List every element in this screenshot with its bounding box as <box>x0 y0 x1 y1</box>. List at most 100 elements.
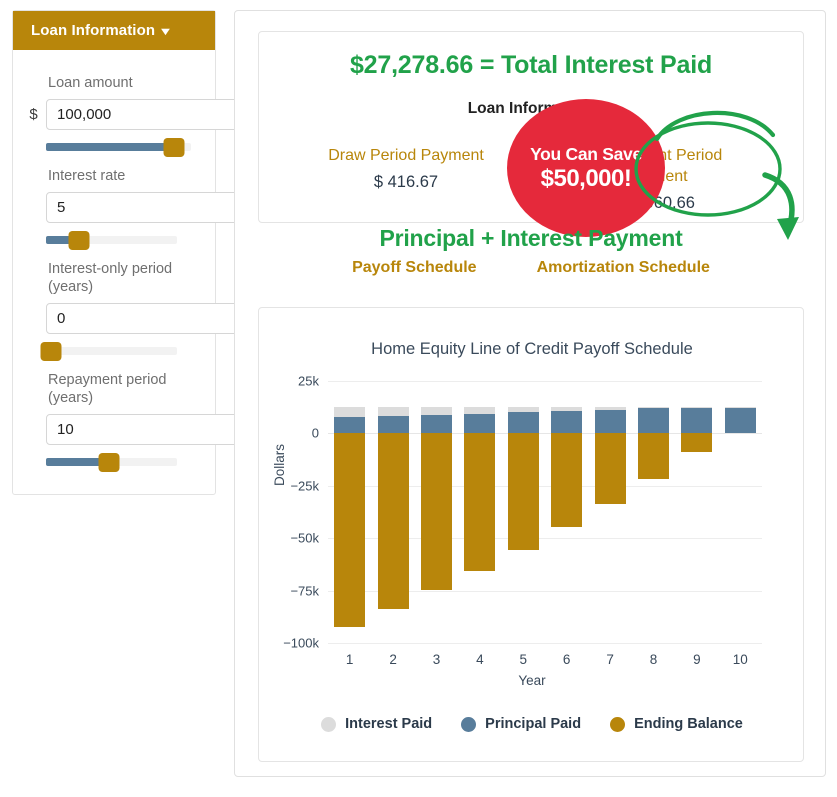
chart-x-tick-label: 8 <box>649 652 658 667</box>
repayment-period-label: Repayment period (years) <box>48 372 167 406</box>
chart-bar-segment <box>464 413 496 434</box>
chart-bar-segment <box>594 433 626 504</box>
dollar-prefix-icon: $ <box>29 106 38 123</box>
badge-line-2: $50,000! <box>540 165 632 193</box>
results-panel: $27,278.66 = Total Interest Paid Loan In… <box>234 10 826 777</box>
slider-track[interactable] <box>46 347 177 355</box>
chart-bar-segment <box>551 406 583 412</box>
chart-bar-segment <box>334 433 366 627</box>
chart-bar-segment <box>724 406 756 408</box>
chart-legend: Interest Paid Principal Paid Ending Balanc… <box>259 716 805 732</box>
chart-bar-column[interactable]: 7 <box>594 381 626 667</box>
chart-bar-segment <box>421 414 452 434</box>
legend-label: Interest Paid <box>345 716 433 732</box>
draw-period-payment-label: Draw Period Payment <box>328 147 484 164</box>
slider-thumb[interactable] <box>98 453 120 472</box>
tab-payoff-schedule[interactable]: Payoff Schedule <box>347 256 481 280</box>
legend-color-dot-icon <box>321 716 337 732</box>
chart-bar-segment <box>507 406 539 413</box>
chart-bar-segment <box>464 406 496 414</box>
chart-x-tick-label: 10 <box>732 652 748 667</box>
chart-bar-segment <box>334 406 366 417</box>
field-loan-amount: Loan amount $ <box>27 64 267 157</box>
badge-line-1: You Can Save <box>530 143 642 164</box>
chart-x-tick-label: 6 <box>562 652 571 667</box>
loan-information-title: Loan Information <box>467 100 595 117</box>
chart-bar-column[interactable]: 3 <box>421 381 452 667</box>
chart-bar-segment <box>724 406 756 434</box>
chart-bar-column[interactable]: 10 <box>724 381 756 667</box>
slider-fill <box>46 143 174 151</box>
slider-thumb[interactable] <box>40 342 62 361</box>
you-can-save-badge: You Can Save $50,000! <box>507 99 665 237</box>
tab-amortization-schedule[interactable]: Amortization Schedule <box>532 256 715 280</box>
legend-label: Ending Balance <box>634 716 743 732</box>
legend-color-dot-icon <box>461 716 477 732</box>
chart-bar-column[interactable]: 6 <box>551 381 583 667</box>
chart-bar-segment <box>334 416 366 434</box>
chart-bar-column[interactable]: 5 <box>507 381 539 667</box>
interest-rate-input-row: % <box>46 192 286 223</box>
loan-amount-label: Loan amount <box>48 75 133 91</box>
interest-only-period-input-row <box>46 303 267 334</box>
chevron-down-icon[interactable]: ▼ <box>158 26 173 38</box>
total-interest-headline: $27,278.66 = Total Interest Paid <box>349 51 713 79</box>
chart-bar-column[interactable]: 2 <box>377 381 409 667</box>
legend-label: Principal Paid <box>485 716 582 732</box>
chart-bar-segment <box>594 406 626 410</box>
chart-x-tick-label: 9 <box>693 652 701 667</box>
interest-rate-slider[interactable] <box>46 231 177 250</box>
chart-gridline <box>328 643 762 644</box>
chart-y-tick-label: −25k <box>290 478 319 494</box>
principal-interest-annotation: Principal + Interest Payment <box>379 225 683 251</box>
slider-thumb[interactable] <box>163 138 185 157</box>
chart-bar-segment <box>594 409 626 434</box>
field-interest-rate: Interest rate % <box>27 157 286 250</box>
legend-item[interactable]: Principal Paid <box>461 716 581 732</box>
chart-bar-segment <box>464 433 496 571</box>
chart-bar-segment <box>421 406 452 415</box>
interest-rate-label: Interest rate <box>48 168 126 184</box>
repayment-period-input-row <box>46 414 267 445</box>
chart-bar-segment <box>377 406 409 416</box>
slider-thumb[interactable] <box>68 231 90 250</box>
chart-title: Home Equity Line of Credit Payoff Schedu… <box>371 340 693 358</box>
draw-period-payment-value: $ 416.67 <box>373 173 439 191</box>
draw-period-payment-block: Draw Period Payment $ 416.67 <box>322 145 490 213</box>
chart-x-tick-label: 4 <box>476 652 484 667</box>
chart-x-tick-label: 3 <box>432 652 441 667</box>
field-interest-only-period: Interest-only period (years) <box>27 250 267 361</box>
legend-item[interactable]: Interest Paid <box>321 716 432 732</box>
chart-bar-segment <box>421 433 452 591</box>
chart-y-tick-label: 0 <box>311 425 319 441</box>
chart-x-tick-label: 5 <box>519 652 528 667</box>
chart-bar-segment <box>638 406 669 409</box>
chart-bar-segment <box>377 415 409 434</box>
chart-bar-segment <box>681 406 713 408</box>
chart-y-tick-label: −100k <box>283 635 319 651</box>
legend-item[interactable]: Ending Balance <box>610 716 743 732</box>
chart-bar-column[interactable]: 9 <box>681 381 713 667</box>
chart-bar-column[interactable]: 8 <box>638 381 669 667</box>
loan-information-body: Loan amount $ Interest rate % <box>13 50 286 494</box>
loan-information-header[interactable]: Loan Information ▼ <box>13 11 215 50</box>
chart-x-axis-label: Year <box>518 673 546 688</box>
chart-y-axis-label: Dollars <box>272 443 287 486</box>
chart-bar-segment <box>551 433 583 528</box>
heloc-calculator-screen: Loan Information▼ Loan amount $ Interest… <box>0 0 837 797</box>
chart-plot-area: 25k 0 −25k −50k −75k −100k 1 2 3 4 5 6 7 8 9 10 <box>283 374 762 667</box>
chart-bar-segment <box>507 412 539 434</box>
interest-only-period-slider[interactable] <box>40 342 177 361</box>
chart-y-tick-label: 25k <box>298 373 319 389</box>
schedule-tabs: Payoff Schedule Amortization Schedule <box>258 256 804 280</box>
interest-only-period-label: Interest-only period (years) <box>48 261 173 295</box>
repayment-period-slider[interactable] <box>46 453 177 472</box>
chart-bar-column[interactable]: 4 <box>464 381 496 667</box>
loan-information-header-label: Loan Information <box>31 22 156 39</box>
chart-bar-segment <box>377 433 409 609</box>
chart-bar-column[interactable]: 1 <box>334 381 366 667</box>
loan-amount-slider[interactable] <box>46 138 191 157</box>
chart-y-tick-label: −50k <box>290 530 319 546</box>
legend-color-dot-icon <box>610 716 626 732</box>
chart-bar-segment <box>681 406 713 434</box>
